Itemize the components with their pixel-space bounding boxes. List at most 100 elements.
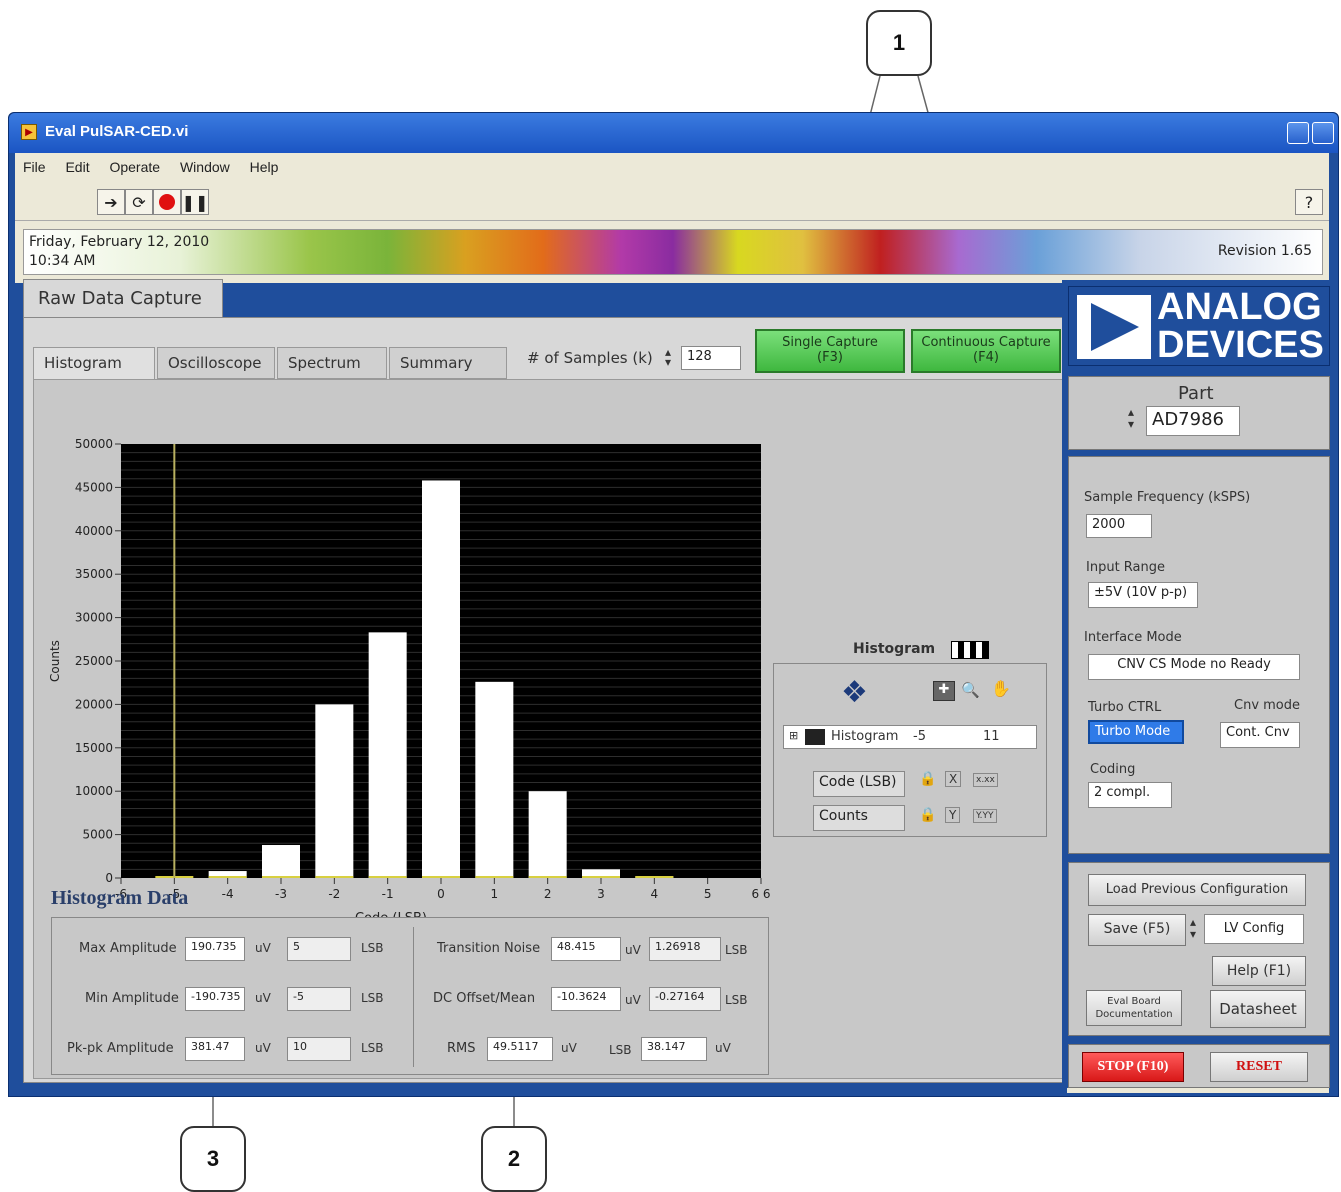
stat-unit-lsb: LSB: [725, 993, 748, 1007]
stat-label: Max Amplitude: [79, 941, 177, 956]
input-range-label: Input Range: [1086, 560, 1165, 575]
turbo-mode-toggle[interactable]: Turbo Mode: [1088, 720, 1184, 744]
stat-lsb-value: -0.27164: [649, 987, 721, 1011]
zoom-icon[interactable]: ✚: [933, 681, 955, 701]
stat-unit-lsb: LSB: [361, 941, 384, 955]
histogram-data-title: Histogram Data: [51, 887, 189, 909]
histogram-bar: [528, 791, 567, 878]
histogram-bar: [475, 681, 514, 878]
single-capture-key: (F3): [817, 350, 843, 365]
x-tick-label: -1: [382, 887, 394, 901]
stat-lsb-value: -5: [287, 987, 351, 1011]
stat-uv-value: -190.735: [185, 987, 245, 1011]
single-capture-button[interactable]: Single Capture (F3): [755, 329, 905, 373]
rms-lsb-value: 38.147: [641, 1037, 707, 1061]
sample-frequency-input[interactable]: 2000: [1086, 514, 1152, 538]
x-tick-label: 1: [491, 887, 499, 901]
load-config-button[interactable]: Load Previous Configuration: [1088, 874, 1306, 906]
interface-mode-select[interactable]: CNV CS Mode no Ready: [1088, 654, 1300, 680]
run-arrow-icon[interactable]: ➔: [97, 189, 125, 215]
reset-button[interactable]: RESET: [1210, 1052, 1308, 1082]
samples-input[interactable]: 128: [681, 346, 741, 370]
y-axis-label: Counts: [48, 640, 62, 682]
tab-oscilloscope[interactable]: Oscilloscope: [157, 347, 275, 379]
minimize-button[interactable]: [1287, 122, 1309, 144]
stat-uv-value: 48.415: [551, 937, 621, 961]
continuous-capture-button[interactable]: Continuous Capture (F4): [911, 329, 1061, 373]
stat-unit-uv: uV: [255, 1041, 271, 1055]
x-tick-label: 2: [544, 887, 552, 901]
save-format-select[interactable]: LV Config: [1204, 914, 1304, 944]
x-lock-icon[interactable]: 🔒: [919, 771, 936, 787]
single-capture-label: Single Capture: [782, 335, 878, 350]
banner-datetime: Friday, February 12, 2010 10:34 AM: [29, 233, 209, 271]
histogram-bar: [422, 480, 460, 878]
stat-unit-lsb: LSB: [361, 1041, 384, 1055]
tab-raw-data-capture[interactable]: Raw Data Capture: [23, 279, 223, 317]
menu-file[interactable]: File: [15, 153, 54, 175]
eval-board-doc-button[interactable]: Eval Board Documentation: [1086, 990, 1182, 1026]
help-button[interactable]: Help (F1): [1212, 956, 1306, 986]
menu-operate[interactable]: Operate: [101, 153, 168, 175]
tab-histogram[interactable]: Histogram: [33, 347, 155, 381]
cursor-name: Histogram: [831, 729, 899, 744]
banner-time: 10:34 AM: [29, 253, 96, 269]
save-button[interactable]: Save (F5): [1088, 914, 1186, 946]
analog-devices-logo: ANALOG DEVICES: [1068, 286, 1330, 366]
menu-bar: File Edit Operate Window Help: [15, 153, 1329, 183]
context-help-icon[interactable]: ?: [1295, 189, 1323, 215]
coding-select[interactable]: 2 compl.: [1088, 782, 1172, 808]
y-tick-label: 25000: [75, 654, 113, 668]
coding-label: Coding: [1090, 762, 1136, 777]
cnv-mode-select[interactable]: Cont. Cnv: [1220, 722, 1300, 748]
pause-icon[interactable]: ❚❚: [181, 189, 209, 215]
datasheet-button[interactable]: Datasheet: [1210, 990, 1306, 1028]
zoom-tool-icon[interactable]: 🔍: [961, 681, 980, 699]
cnv-mode-label: Cnv mode: [1234, 698, 1301, 713]
banner: Friday, February 12, 2010 10:34 AM Revis…: [23, 229, 1323, 275]
run-continuous-icon[interactable]: ⟳: [125, 189, 153, 215]
stat-unit-lsb: LSB: [361, 991, 384, 1005]
y-scale-icon[interactable]: Y: [945, 807, 961, 823]
abort-icon[interactable]: [153, 189, 181, 215]
samples-spinner-icon[interactable]: ▴ ▾: [665, 346, 671, 368]
stat-unit-uv: uV: [255, 991, 271, 1005]
part-spinner-icon[interactable]: ▴ ▾: [1128, 406, 1134, 430]
cursor-move-icon[interactable]: ❖: [841, 675, 868, 710]
stat-uv-value: 381.47: [185, 1037, 245, 1061]
part-select[interactable]: AD7986: [1146, 406, 1240, 436]
y-tick-label: 10000: [75, 784, 113, 798]
y-axis-name: Counts: [813, 805, 905, 831]
histogram-bar: [315, 704, 354, 878]
tab-summary[interactable]: Summary: [389, 347, 507, 379]
cursor-style-icon: [805, 729, 825, 745]
menu-edit[interactable]: Edit: [57, 153, 97, 175]
menu-help[interactable]: Help: [242, 153, 287, 175]
save-spinner-icon[interactable]: ▴ ▾: [1190, 916, 1196, 940]
stat-label: Transition Noise: [437, 941, 541, 956]
eval-doc-line1: Eval Board: [1107, 996, 1161, 1007]
maximize-button[interactable]: [1312, 122, 1334, 144]
x-axis-name: Code (LSB): [813, 771, 905, 797]
tab-spectrum[interactable]: Spectrum: [277, 347, 387, 379]
y-lock-icon[interactable]: 🔒: [919, 807, 936, 823]
x-format-icon[interactable]: x.xx: [973, 773, 998, 787]
samples-label: # of Samples (k): [527, 349, 653, 367]
y-tick-label: 30000: [75, 611, 113, 625]
menu-window[interactable]: Window: [172, 153, 238, 175]
sample-frequency-label: Sample Frequency (kSPS): [1084, 490, 1251, 505]
rms-lsb-label: LSB: [609, 1043, 632, 1057]
x-tick-label: 4: [651, 887, 659, 901]
title-bar: ▶ Eval PulSAR-CED.vi: [9, 113, 1338, 153]
pan-hand-icon[interactable]: ✋: [991, 679, 1011, 698]
y-format-icon[interactable]: Y.YY: [973, 809, 997, 823]
stat-unit-uv: uV: [625, 993, 641, 1007]
expand-icon[interactable]: ⊞: [789, 729, 798, 742]
y-tick-label: 35000: [75, 567, 113, 581]
stat-unit-lsb: LSB: [725, 943, 748, 957]
stop-button[interactable]: STOP (F10): [1082, 1052, 1184, 1082]
input-range-select[interactable]: ±5V (10V p-p): [1088, 582, 1198, 608]
x-scale-icon[interactable]: X: [945, 771, 962, 787]
x-tick-label: 6 6: [751, 887, 770, 901]
continuous-capture-key: (F4): [973, 350, 999, 365]
